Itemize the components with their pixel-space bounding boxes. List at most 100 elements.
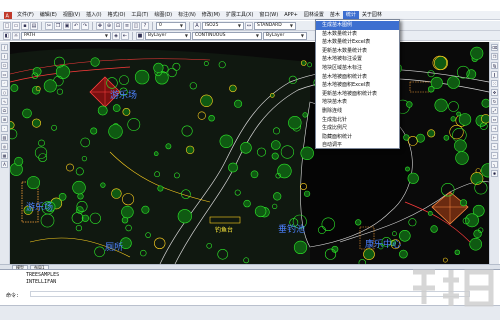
text-style-icon[interactable]: A xyxy=(193,21,201,30)
menu-dimension[interactable]: 标注(N) xyxy=(175,11,199,20)
dimension-style-combo[interactable]: STANDARD ▼ xyxy=(254,21,296,30)
menu-item-groundcover-area-table[interactable]: 苗木地被面积统计表 xyxy=(316,73,399,82)
linetype-combo[interactable]: CONTINUOUS ▼ xyxy=(192,31,262,40)
layer-path-combo[interactable]: PATH ▼ xyxy=(21,31,111,40)
properties-icon[interactable]: ≡ xyxy=(123,21,131,30)
layers-icon[interactable]: ◫ xyxy=(132,21,140,30)
tree-symbol xyxy=(26,176,40,190)
zoom-window-icon[interactable]: ⊡ xyxy=(114,21,122,30)
menu-bar: A 文件(F) 编辑(E) 视图(V) 插入(I) 格式(O) 工具(T) 绘图… xyxy=(0,10,500,20)
copy-icon[interactable]: ❐ xyxy=(54,21,62,30)
multiline-text-icon[interactable]: A xyxy=(1,161,8,168)
extend-icon[interactable]: ⊢ xyxy=(491,134,498,141)
rotate-icon[interactable]: ↻ xyxy=(491,98,498,105)
chevron-down-icon: ▼ xyxy=(255,32,259,38)
pan-icon[interactable]: ✥ xyxy=(96,21,104,30)
menu-draw[interactable]: 绘图(D) xyxy=(151,11,175,20)
menu-item-plant-quantity-table[interactable]: 苗木数量统计表 xyxy=(316,30,399,39)
lineweight-combo[interactable]: ByLayer ▼ xyxy=(263,31,307,40)
cut-icon[interactable]: ✂ xyxy=(45,21,53,30)
array-icon[interactable]: ⁙ xyxy=(491,80,498,87)
text-style-combo[interactable]: ISO25 ▼ xyxy=(202,21,244,30)
copy-object-icon[interactable]: ❐ xyxy=(491,53,498,60)
hatch-icon[interactable]: ▨ xyxy=(1,134,8,141)
polyline-icon[interactable]: ⌇ xyxy=(1,53,8,60)
trim-icon[interactable]: ⊣ xyxy=(491,125,498,132)
app-logo-icon: A xyxy=(4,11,12,19)
move-icon[interactable]: ✥ xyxy=(491,89,498,96)
polygon-icon[interactable]: ⬠ xyxy=(1,62,8,69)
line-icon[interactable]: / xyxy=(1,44,8,51)
undo-icon[interactable]: ↶ xyxy=(72,21,80,30)
save-icon[interactable]: ▪ xyxy=(21,21,29,30)
offset-icon[interactable]: ∥ xyxy=(491,71,498,78)
layer-state-icon[interactable]: ☼ xyxy=(12,31,20,40)
menu-item-hide-area-statistics[interactable]: 隐藏面积统计 xyxy=(316,133,399,142)
tree-symbol xyxy=(434,98,448,112)
circle-icon[interactable]: ○ xyxy=(1,89,8,96)
drawing-canvas[interactable]: 游乐场 游乐场 垂钓池 钓鱼台 厕所 康乐中心 xyxy=(10,42,489,264)
chevron-down-icon: ▼ xyxy=(300,32,304,38)
tree-symbol xyxy=(111,188,122,199)
chevron-down-icon: ▼ xyxy=(237,22,241,28)
mirror-icon[interactable]: ⧎ xyxy=(491,62,498,69)
redo-icon[interactable]: ↷ xyxy=(81,21,89,30)
spline-icon[interactable]: ∿ xyxy=(1,98,8,105)
make-current-icon[interactable]: ◈ xyxy=(112,31,120,40)
paste-icon[interactable]: ▣ xyxy=(63,21,71,30)
break-icon[interactable]: ⌁ xyxy=(491,143,498,150)
menu-item-auto-level[interactable]: 自动调平 xyxy=(316,141,399,150)
explode-icon[interactable]: ✱ xyxy=(491,170,498,177)
menu-item-generate-plant-legend[interactable]: 生成苗木图例 xyxy=(316,21,399,30)
menu-file[interactable]: 文件(F) xyxy=(14,11,37,20)
menu-item-generate-north-arrow[interactable]: 生成指北针 xyxy=(316,116,399,125)
print-icon[interactable]: ▤ xyxy=(30,21,38,30)
dimension-style-icon[interactable]: ↔ xyxy=(245,21,253,30)
menu-modify[interactable]: 修改(M) xyxy=(199,11,223,20)
new-file-icon[interactable]: □ xyxy=(3,21,11,30)
menu-tools[interactable]: 工具(T) xyxy=(128,11,151,20)
tree-symbol xyxy=(90,57,100,67)
help-icon[interactable]: ? xyxy=(141,21,149,30)
insert-block-icon[interactable]: ⊞ xyxy=(1,116,8,123)
menu-item-plant-quantity-excel[interactable]: 苗木数量统计Excel表 xyxy=(316,38,399,47)
menu-item-update-groundcover-area-table[interactable]: 更新苗木地被面积统计表 xyxy=(316,90,399,99)
menu-item-plot-area-plant-label[interactable]: 地块区域苗木标注 xyxy=(316,64,399,73)
recreation-center-label: 康乐中心 xyxy=(365,240,402,250)
zoom-icon[interactable]: ⊕ xyxy=(105,21,113,30)
stretch-icon[interactable]: ⇔ xyxy=(491,116,498,123)
layer-previous-icon[interactable]: ⇤ xyxy=(121,31,129,40)
ellipse-icon[interactable]: ⬭ xyxy=(1,107,8,114)
scale-icon[interactable]: ⤢ xyxy=(491,107,498,114)
menu-extension-tools[interactable]: 扩展工具(X) xyxy=(223,11,256,20)
layer-manager-icon[interactable]: ◧ xyxy=(3,31,11,40)
menu-item-plot-plant-table[interactable]: 地块苗木表 xyxy=(316,98,399,107)
menu-item-plant-groundcover-label-settings[interactable]: 苗木地被标注设置 xyxy=(316,55,399,64)
arc-icon[interactable]: ◜ xyxy=(1,80,8,87)
chamfer-icon[interactable]: ⌐ xyxy=(491,152,498,159)
menu-app-plus[interactable]: APP+ xyxy=(281,11,301,20)
erase-icon[interactable]: ⌫ xyxy=(491,44,498,51)
menu-format[interactable]: 格式(O) xyxy=(105,11,129,20)
menu-insert[interactable]: 插入(I) xyxy=(83,11,104,20)
tree-symbol xyxy=(427,129,436,138)
layer-combo[interactable]: 0 ▼ xyxy=(156,21,186,30)
tree-symbol xyxy=(456,111,461,117)
table-icon[interactable]: ▦ xyxy=(1,152,8,159)
region-icon[interactable]: ◎ xyxy=(1,143,8,150)
color-combo[interactable]: ByLayer ▼ xyxy=(145,31,191,40)
menu-view[interactable]: 视图(V) xyxy=(60,11,83,20)
tree-symbol xyxy=(97,105,108,116)
menu-item-generate-scale-bar[interactable]: 生成比例尺 xyxy=(316,124,399,133)
fillet-icon[interactable]: ╮ xyxy=(491,161,498,168)
color-swatch-icon[interactable]: ■ xyxy=(136,31,144,40)
menu-edit[interactable]: 编辑(E) xyxy=(37,11,60,20)
command-input[interactable] xyxy=(30,291,470,297)
menu-item-delete-leaders[interactable]: 删除连线 xyxy=(316,107,399,116)
menu-window[interactable]: 窗口(W) xyxy=(256,11,281,20)
menu-item-groundcover-area-excel[interactable]: 苗木地被面积Excel表 xyxy=(316,81,399,90)
point-icon[interactable]: · xyxy=(1,125,8,132)
rectangle-icon[interactable]: ▭ xyxy=(1,71,8,78)
open-file-icon[interactable]: ▭ xyxy=(12,21,20,30)
menu-item-update-plant-quantity-table[interactable]: 更新苗木数量统计表 xyxy=(316,47,399,56)
